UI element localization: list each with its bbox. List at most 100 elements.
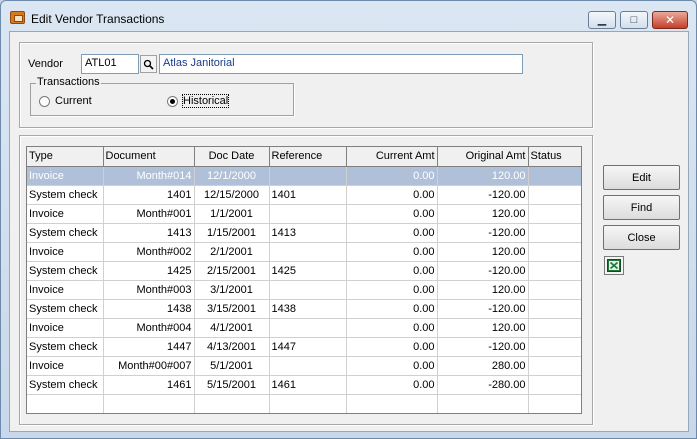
empty-cell bbox=[437, 394, 529, 413]
transactions-table: Type Document Doc Date Reference Current… bbox=[27, 147, 581, 413]
cell-status bbox=[528, 166, 581, 186]
historical-radio-label[interactable]: Historical bbox=[181, 94, 230, 108]
historical-radio[interactable] bbox=[167, 96, 178, 107]
minimize-icon: ▁ bbox=[597, 13, 607, 26]
cell-reference: 1425 bbox=[269, 261, 347, 281]
cell-original-amt: -280.00 bbox=[437, 375, 529, 395]
cell-status bbox=[528, 299, 581, 319]
maximize-icon: □ bbox=[630, 13, 638, 26]
cell-type: Invoice bbox=[27, 166, 104, 186]
table-row[interactable]: System check 1401 12/15/2000 1401 0.00 -120.0… bbox=[27, 185, 581, 205]
title-bar[interactable]: Edit Vendor Transactions ▁ □ ✕ bbox=[1, 1, 696, 31]
table-row[interactable]: Invoice Month#00#007 5/1/2001 0.00 280.00 bbox=[27, 356, 581, 376]
cell-type: Invoice bbox=[27, 280, 104, 300]
vendor-label: Vendor bbox=[28, 58, 63, 70]
col-header-current-amt[interactable]: Current Amt bbox=[346, 147, 438, 167]
cell-current-amt: 0.00 bbox=[346, 337, 438, 357]
cell-document: 1438 bbox=[103, 299, 195, 319]
col-header-reference[interactable]: Reference bbox=[269, 147, 347, 167]
transactions-grid[interactable]: Type Document Doc Date Reference Current… bbox=[26, 146, 582, 414]
export-excel-button[interactable] bbox=[604, 256, 624, 275]
minimize-button[interactable]: ▁ bbox=[588, 11, 616, 29]
empty-cell bbox=[194, 394, 270, 413]
cell-original-amt: 120.00 bbox=[437, 242, 529, 262]
cell-original-amt: 120.00 bbox=[437, 204, 529, 224]
cell-document: 1447 bbox=[103, 337, 195, 357]
cell-reference: 1438 bbox=[269, 299, 347, 319]
empty-cell bbox=[269, 394, 347, 413]
cell-type: Invoice bbox=[27, 356, 104, 376]
cell-current-amt: 0.00 bbox=[346, 318, 438, 338]
cell-type: System check bbox=[27, 261, 104, 281]
cell-status bbox=[528, 375, 581, 395]
cell-type: System check bbox=[27, 375, 104, 395]
col-header-status[interactable]: Status bbox=[528, 147, 581, 167]
cell-reference: 1401 bbox=[269, 185, 347, 205]
cell-doc-date: 3/15/2001 bbox=[194, 299, 270, 319]
cell-reference bbox=[269, 204, 347, 224]
cell-type: System check bbox=[27, 299, 104, 319]
cell-reference: 1413 bbox=[269, 223, 347, 243]
cell-reference bbox=[269, 318, 347, 338]
transactions-panel: Type Document Doc Date Reference Current… bbox=[19, 135, 593, 425]
table-row[interactable]: Invoice Month#002 2/1/2001 0.00 120.00 bbox=[27, 242, 581, 262]
cell-doc-date: 12/15/2000 bbox=[194, 185, 270, 205]
client-area: Vendor ATL01 Atlas Janitorial Transactio… bbox=[9, 31, 689, 432]
cell-document: Month#00#007 bbox=[103, 356, 195, 376]
cell-status bbox=[528, 337, 581, 357]
cell-reference bbox=[269, 356, 347, 376]
vendor-id-input[interactable]: ATL01 bbox=[81, 54, 139, 74]
vendor-lookup-button[interactable] bbox=[140, 55, 157, 73]
edit-button[interactable]: Edit bbox=[603, 165, 680, 190]
table-row[interactable]: Invoice Month#003 3/1/2001 0.00 120.00 bbox=[27, 280, 581, 300]
table-row[interactable]: System check 1447 4/13/2001 1447 0.00 -120.00 bbox=[27, 337, 581, 357]
current-radio-label[interactable]: Current bbox=[55, 95, 92, 107]
cell-type: System check bbox=[27, 337, 104, 357]
table-row[interactable]: Invoice Month#004 4/1/2001 0.00 120.00 bbox=[27, 318, 581, 338]
cell-original-amt: -120.00 bbox=[437, 223, 529, 243]
cell-reference bbox=[269, 166, 347, 186]
cell-original-amt: 120.00 bbox=[437, 318, 529, 338]
cell-status bbox=[528, 204, 581, 224]
close-window-button[interactable]: ✕ bbox=[652, 11, 688, 29]
table-row[interactable]: Invoice Month#014 12/1/2000 0.00 120.00 bbox=[27, 166, 581, 186]
cell-doc-date: 5/1/2001 bbox=[194, 356, 270, 376]
cell-current-amt: 0.00 bbox=[346, 356, 438, 376]
maximize-button[interactable]: □ bbox=[620, 11, 648, 29]
cell-current-amt: 0.00 bbox=[346, 261, 438, 281]
edit-button-label: Edit bbox=[632, 171, 651, 184]
transactions-group-label: Transactions bbox=[36, 76, 101, 88]
empty-cell bbox=[27, 394, 104, 413]
cell-doc-date: 2/15/2001 bbox=[194, 261, 270, 281]
col-header-original-amt[interactable]: Original Amt bbox=[437, 147, 529, 167]
cell-type: System check bbox=[27, 223, 104, 243]
current-radio[interactable] bbox=[39, 96, 50, 107]
cell-current-amt: 0.00 bbox=[346, 242, 438, 262]
table-row[interactable]: System check 1413 1/15/2001 1413 0.00 -120.00 bbox=[27, 223, 581, 243]
cell-current-amt: 0.00 bbox=[346, 204, 438, 224]
col-header-type[interactable]: Type bbox=[27, 147, 104, 167]
cell-original-amt: -120.00 bbox=[437, 261, 529, 281]
close-icon: ✕ bbox=[664, 13, 676, 27]
col-header-document[interactable]: Document bbox=[103, 147, 195, 167]
table-row[interactable]: System check 1461 5/15/2001 1461 0.00 -280.00 bbox=[27, 375, 581, 395]
cell-status bbox=[528, 242, 581, 262]
excel-icon bbox=[607, 259, 621, 272]
cell-current-amt: 0.00 bbox=[346, 280, 438, 300]
table-row[interactable]: System check 1425 2/15/2001 1425 0.00 -120.00 bbox=[27, 261, 581, 281]
find-button[interactable]: Find bbox=[603, 195, 680, 220]
cell-document: Month#003 bbox=[103, 280, 195, 300]
cell-status bbox=[528, 280, 581, 300]
cell-doc-date: 5/15/2001 bbox=[194, 375, 270, 395]
cell-reference bbox=[269, 280, 347, 300]
cell-type: Invoice bbox=[27, 242, 104, 262]
cell-status bbox=[528, 261, 581, 281]
table-row[interactable]: Invoice Month#001 1/1/2001 0.00 120.00 bbox=[27, 204, 581, 224]
cell-original-amt: -120.00 bbox=[437, 337, 529, 357]
window-title: Edit Vendor Transactions bbox=[31, 12, 165, 26]
table-row[interactable]: System check 1438 3/15/2001 1438 0.00 -120.00 bbox=[27, 299, 581, 319]
close-button[interactable]: Close bbox=[603, 225, 680, 250]
cell-doc-date: 3/1/2001 bbox=[194, 280, 270, 300]
cell-current-amt: 0.00 bbox=[346, 299, 438, 319]
col-header-doc-date[interactable]: Doc Date bbox=[194, 147, 270, 167]
